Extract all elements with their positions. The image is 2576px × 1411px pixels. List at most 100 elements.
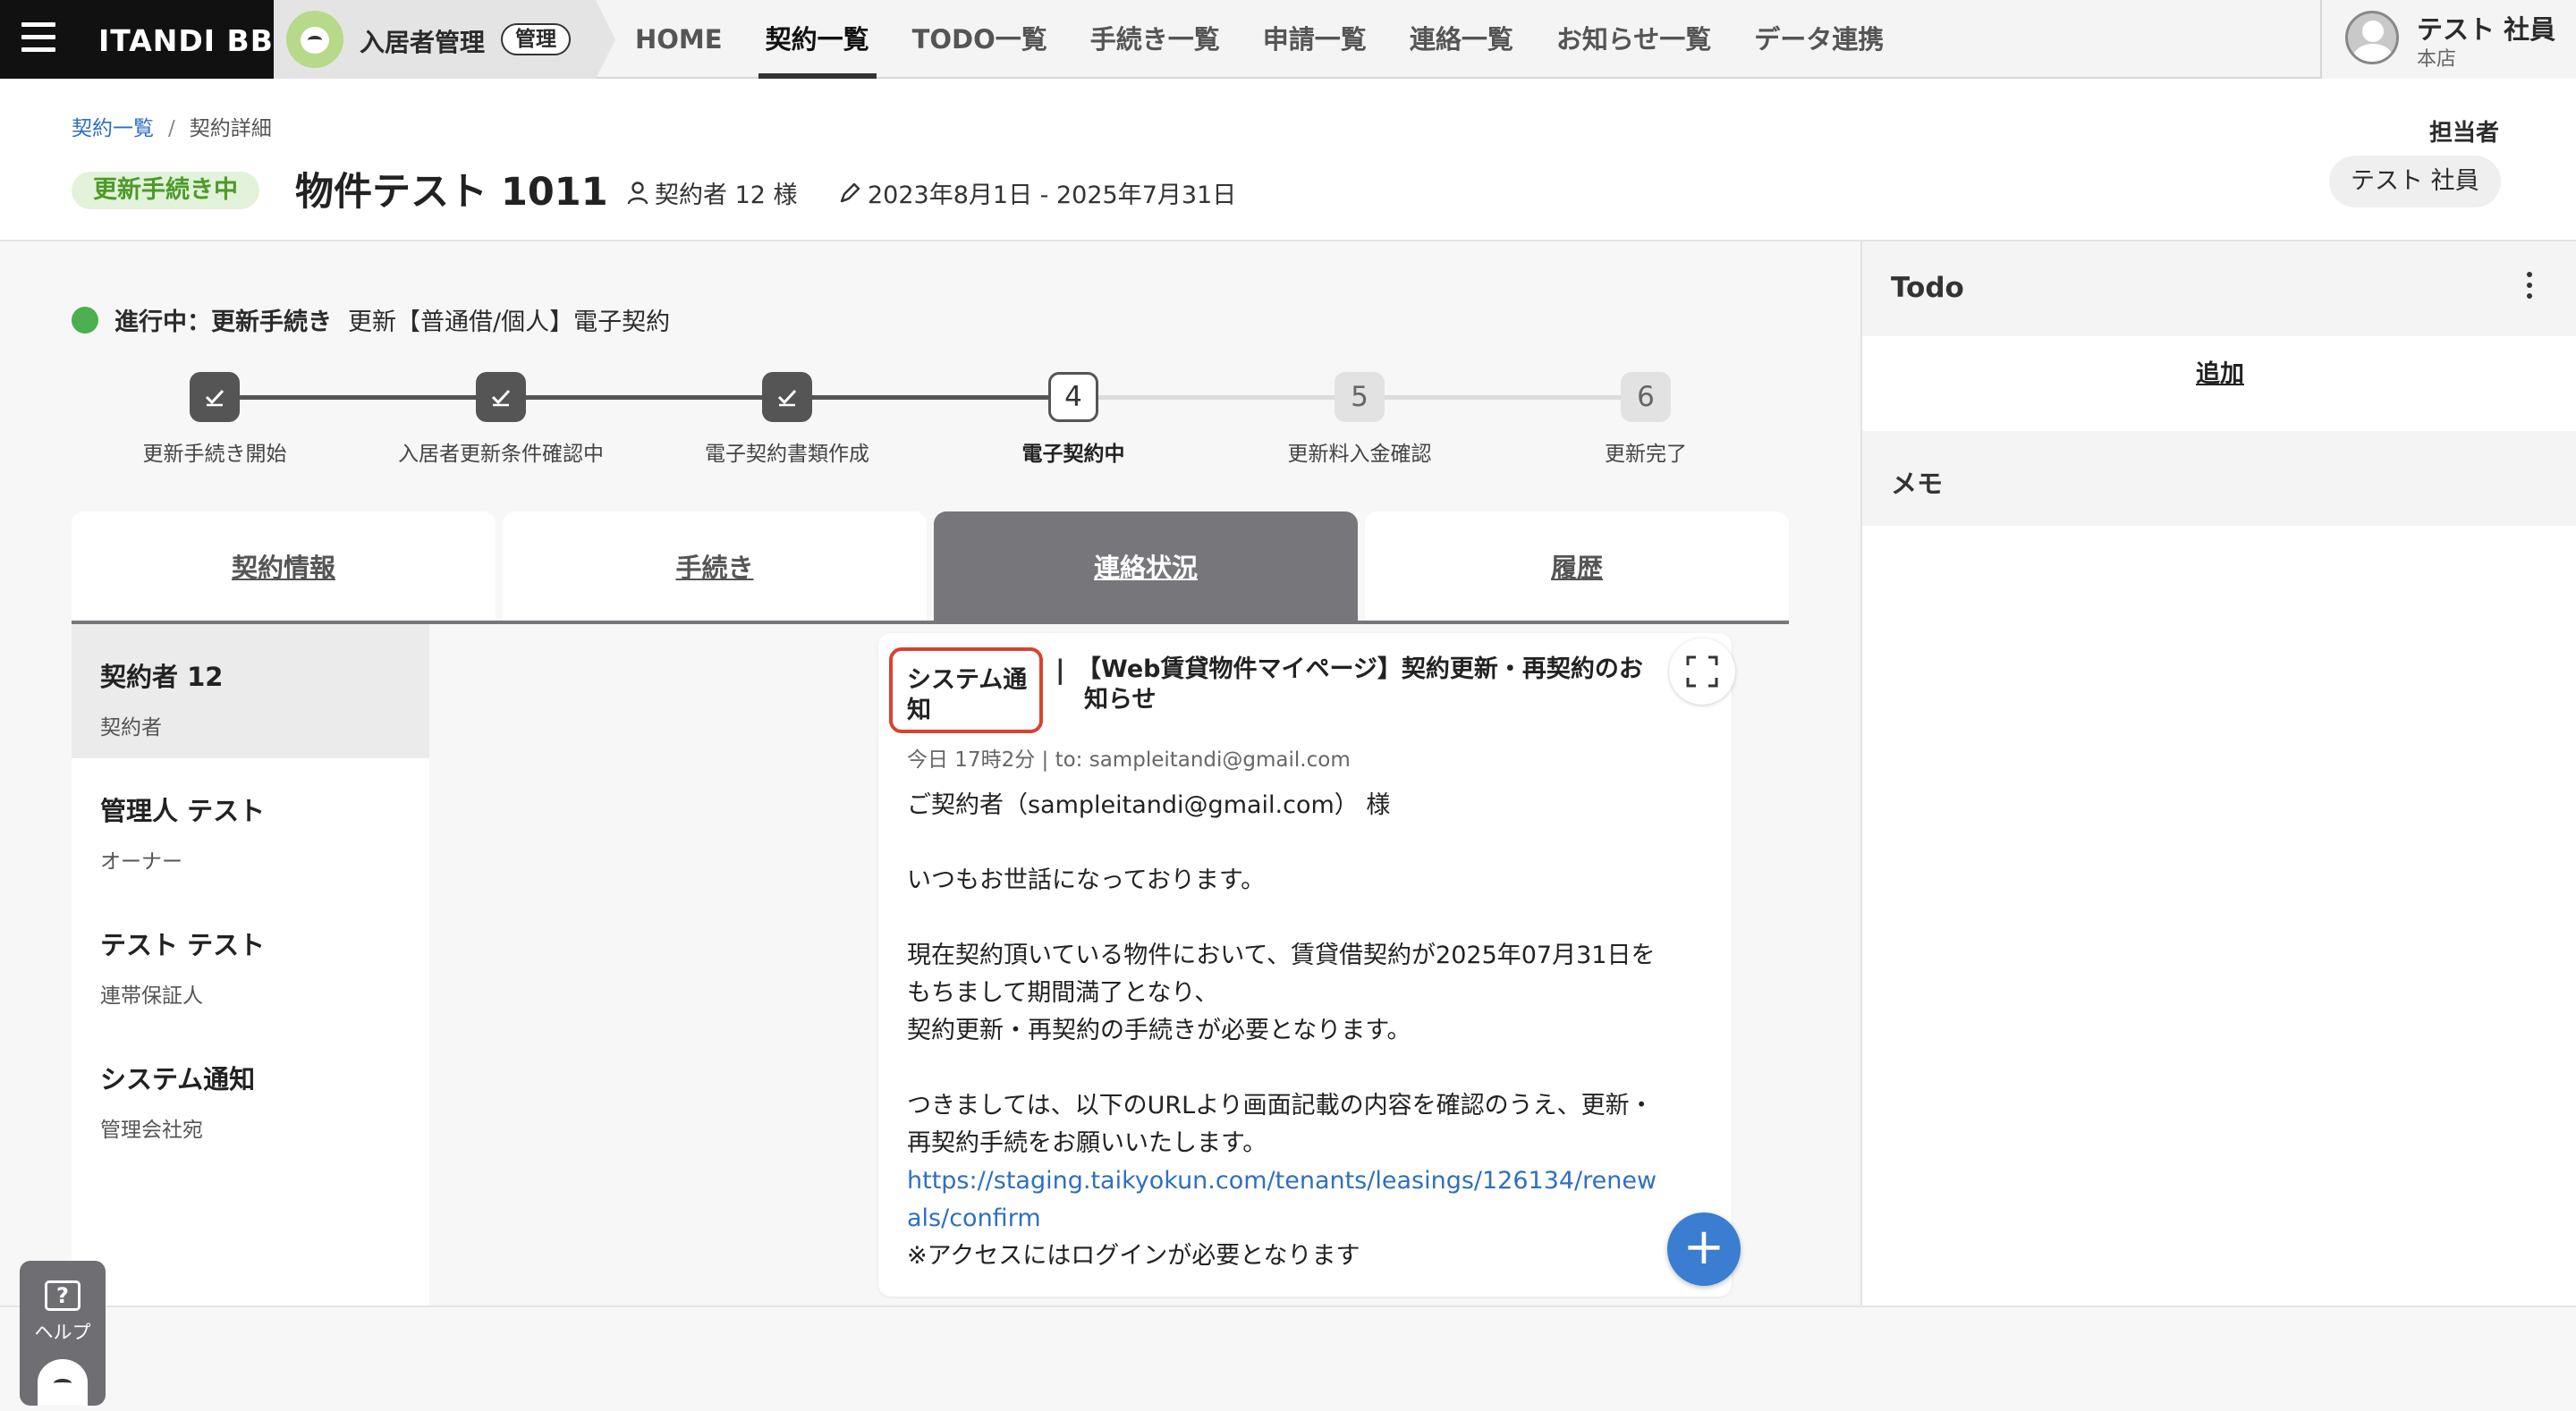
message-subject: 【Web賃貸物件マイページ】契約更新・再契約のお 知らせ [1077, 655, 1667, 715]
step-3-label: 電子契約書類作成 [705, 443, 869, 466]
step-6-number: 6 [1621, 372, 1671, 422]
message-sender-line2: 知 [907, 697, 931, 724]
contact-item[interactable]: 契約者 12 契約者 [72, 624, 429, 758]
progress-stepper: 更新手続き開始 入居者更新条件確認中 電子契約書類作成 4 電子契約中 5 更新… [0, 370, 1789, 477]
expand-button[interactable] [1669, 638, 1735, 705]
more-options-icon[interactable] [2521, 272, 2538, 308]
nav-procedures[interactable]: 手続き一覧 [1069, 0, 1241, 79]
contact-name: 契約者 12 [100, 662, 224, 692]
fullscreen-icon [1686, 655, 1718, 688]
app-switcher[interactable]: 入居者管理 管理 [274, 0, 615, 79]
hamburger-menu-icon[interactable] [21, 22, 55, 55]
contact-role: オーナー [100, 850, 182, 874]
body-url-link-cont[interactable]: als/confirm [907, 1200, 1694, 1238]
step-2-check-icon [476, 372, 526, 422]
page-title: 物件テスト 1011 [295, 170, 608, 215]
brand-area: ITANDI BB [0, 0, 274, 79]
assignee-label: 担当者 [2429, 120, 2500, 147]
footer-area [0, 1305, 2576, 1411]
step-4-label: 電子契約中 [1021, 443, 1125, 466]
step-5-number: 5 [1335, 372, 1385, 422]
step-1-label: 更新手続き開始 [142, 443, 287, 466]
mascot-icon [38, 1359, 88, 1406]
breadcrumb-contracts-link[interactable]: 契約一覧 [72, 117, 154, 140]
contact-role: 管理会社宛 [100, 1119, 203, 1142]
body-line: 契約更新・再契約の手続きが必要となります。 [907, 1017, 1411, 1044]
message-card: システム通 知 | 【Web賃貸物件マイページ】契約更新・再契約のお 知らせ 今… [878, 633, 1732, 1297]
assignee-chip[interactable]: テスト 社員 [2329, 156, 2501, 207]
top-bar: ITANDI BB 入居者管理 管理 HOME 契約一覧 TODO一覧 手続き一… [0, 0, 2576, 79]
message-subject-line1: 【Web賃貸物件マイページ】契約更新・再契約のお [1077, 655, 1643, 683]
contact-role: 契約者 [100, 716, 162, 739]
step-1-check-icon [190, 372, 240, 422]
pen-icon [840, 182, 860, 202]
app-badge: 管理 [501, 23, 571, 55]
contact-name: テスト テスト [100, 930, 266, 960]
help-icon: ? [45, 1280, 80, 1311]
body-line: つきましては、以下のURLより画面記載の内容を確認のうえ、更新・ [907, 1092, 1654, 1120]
message-meta: 今日 17時2分 | to: sampleitandi@gmail.com [907, 748, 1351, 772]
message-sender-line1: システム通 [907, 666, 1028, 694]
tab-contact-status[interactable]: 連絡状況 [934, 511, 1358, 624]
nav-notices[interactable]: お知らせ一覧 [1535, 0, 1733, 79]
step-6: 6 更新完了 [1530, 370, 1762, 467]
step-3-check-icon [762, 372, 812, 422]
step-4-number: 4 [1048, 372, 1098, 422]
stepper-done-line [215, 395, 1073, 400]
body-note: ※アクセスにはログインが必要となります [907, 1242, 1360, 1270]
step-1: 更新手続き開始 [98, 370, 331, 467]
nav-applications[interactable]: 申請一覧 [1241, 0, 1388, 79]
tab-history[interactable]: 履歴 [1365, 511, 1789, 624]
contractor-name: 契約者 12 様 [655, 182, 798, 209]
contact-item[interactable]: テスト テスト 連帯保証人 [72, 892, 429, 1027]
contact-list: 契約者 12 契約者 管理人 テスト オーナー テスト テスト 連帯保証人 シス… [72, 624, 429, 1305]
status-dot-icon [72, 306, 98, 334]
todo-add-link[interactable]: 追加 [1862, 354, 2576, 389]
breadcrumb-separator: / [168, 117, 175, 140]
breadcrumb: 契約一覧 / 契約詳細 [72, 111, 272, 141]
nav-data-integration[interactable]: データ連携 [1733, 0, 1905, 79]
body-url-link[interactable]: https://staging.taikyokun.com/tenants/le… [907, 1162, 1694, 1200]
tab-contract-info[interactable]: 契約情報 [72, 511, 496, 624]
step-2: 入居者更新条件確認中 [385, 370, 617, 467]
message-sender: システム通 知 [889, 647, 1043, 733]
message-subject-line2: 知らせ [1084, 686, 1157, 714]
help-button[interactable]: ? ヘルプ [20, 1261, 106, 1406]
contact-item[interactable]: システム通知 管理会社宛 [72, 1027, 429, 1161]
brand-logo[interactable]: ITANDI BB [98, 23, 274, 58]
person-icon [627, 181, 648, 204]
main-nav: HOME 契約一覧 TODO一覧 手続き一覧 申請一覧 連絡一覧 お知らせ一覧 … [614, 0, 1905, 79]
subject-separator: | [1055, 655, 1065, 685]
nav-home[interactable]: HOME [614, 0, 744, 79]
step-6-label: 更新完了 [1605, 443, 1687, 466]
contact-item[interactable]: 管理人 テスト オーナー [72, 758, 429, 892]
contact-name: 管理人 テスト [100, 796, 266, 826]
nav-todo[interactable]: TODO一覧 [891, 0, 1069, 79]
message-body: ご契約者（sampleitandi@gmail.com） 様 いつもお世話になっ… [907, 787, 1694, 1275]
step-5-label: 更新料入金確認 [1287, 443, 1432, 466]
contact-role: 連帯保証人 [100, 984, 203, 1008]
user-branch: 本店 [2417, 48, 2457, 71]
step-2-label: 入居者更新条件確認中 [398, 443, 604, 466]
tab-procedures[interactable]: 手続き [503, 511, 927, 624]
mascot-icon [286, 11, 343, 68]
user-avatar-icon [2345, 11, 2399, 64]
detail-tabs: 契約情報 手続き 連絡状況 履歴 [72, 511, 1789, 624]
body-line: もちまして期間満了となり、 [907, 979, 1219, 1007]
plus-icon: + [1682, 1218, 1725, 1276]
contact-name: システム通知 [100, 1064, 256, 1094]
contract-period-info: 2023年8月1日 - 2025年7月31日 [837, 175, 1236, 210]
nav-contracts[interactable]: 契約一覧 [744, 0, 891, 79]
progress-status-detail: 更新【普通借/個人】電子契約 [348, 308, 671, 336]
memo-header: メモ [1862, 431, 2576, 526]
user-menu[interactable]: テスト 社員 本店 [2320, 0, 2576, 79]
step-5: 5 更新料入金確認 [1243, 370, 1476, 467]
memo-title: メモ [1891, 469, 1944, 499]
add-message-button[interactable]: + [1667, 1212, 1741, 1286]
help-label: ヘルプ [34, 1322, 91, 1343]
progress-status: 進行中：更新手続き 更新【普通借/個人】電子契約 [72, 302, 670, 337]
body-paragraph: いつもお世話になっております。 [907, 866, 1266, 894]
nav-contacts[interactable]: 連絡一覧 [1388, 0, 1535, 79]
todo-title: Todo [1891, 272, 1964, 304]
app-name: 入居者管理 [360, 28, 486, 57]
